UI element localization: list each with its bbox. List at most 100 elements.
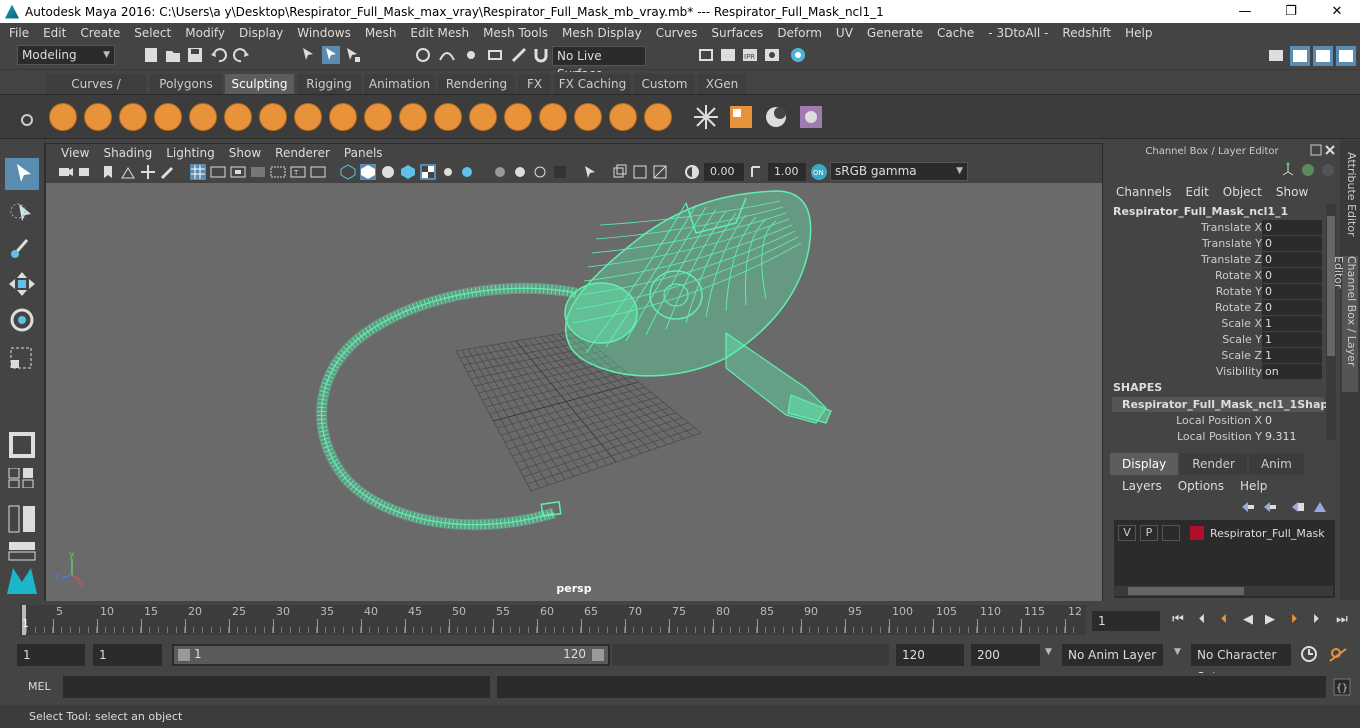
move-layer-down-icon[interactable] [1262,500,1278,514]
layer-playback-toggle[interactable]: P [1140,525,1158,541]
chevron-down-icon[interactable]: ▼ [1045,647,1052,657]
single-perspective-layout-icon[interactable] [5,428,39,460]
gate-mask-icon[interactable] [250,164,266,180]
default-material-icon[interactable] [380,164,396,180]
range-start-grip[interactable] [178,649,190,661]
undo-icon[interactable] [210,46,228,64]
screen-space-ao-icon[interactable] [492,164,508,180]
respirator-hose-wireframe[interactable] [316,282,578,531]
tab-custom[interactable]: Custom [634,74,695,94]
minimize-button[interactable]: — [1222,0,1268,23]
playback-end-field[interactable]: 120 [896,644,964,666]
live-surface-field[interactable]: No Live Surface [552,46,646,81]
move-tool-icon[interactable] [5,268,39,300]
animation-end-field[interactable]: 200 [971,644,1040,666]
four-view-layout-icon[interactable] [5,468,39,488]
rotate-tool-icon[interactable] [5,304,39,336]
menu-edit[interactable]: Edit [36,26,73,40]
repeat-tool-icon[interactable] [329,103,357,131]
grab-tool-icon[interactable] [154,103,182,131]
grease-pencil-icon[interactable] [160,164,176,180]
menu-curves[interactable]: Curves [649,26,705,40]
hypershade-icon[interactable] [789,46,807,64]
tab-curves-surfaces[interactable]: Curves / Surfaces [46,74,146,111]
mesh-display-sphere-icon[interactable] [762,103,790,131]
step-back-key-icon[interactable]: ⏴ [1216,612,1232,628]
color-space-dropdown[interactable]: sRGB gamma ▼ [830,162,968,181]
menu-surfaces[interactable]: Surfaces [704,26,770,40]
xray-joints-icon[interactable] [632,164,648,180]
attr-value-field[interactable]: 0 [1262,284,1322,299]
shape-node-name[interactable]: Respirator_Full_Mask_ncl1_1Shape [1112,397,1336,412]
render-view-icon[interactable] [697,46,715,64]
range-slider[interactable]: 1 120 [172,644,610,666]
attr-local-position-y[interactable]: Local Position Y 9.311 [1112,429,1324,445]
play-forwards-icon[interactable]: ▶ [1262,612,1278,628]
pinch-tool-icon[interactable] [189,103,217,131]
tab-polygons[interactable]: Polygons [150,74,222,94]
layer-menu-options[interactable]: Options [1178,479,1240,493]
menu-display[interactable]: Display [232,26,290,40]
move-layer-up-icon[interactable] [1240,500,1256,514]
safe-title-icon[interactable] [310,164,326,180]
animation-start-field[interactable]: 1 [17,644,85,666]
vp-menu-lighting[interactable]: Lighting [159,146,222,160]
layer-display-type-toggle[interactable] [1162,525,1180,541]
perspective-viewport[interactable]: y x z persp [46,183,1102,601]
toggle-attribute-editor-icon[interactable] [1313,46,1333,66]
tab-attribute-editor[interactable]: Attribute Editor [1342,152,1358,237]
snap-point-icon[interactable] [462,46,480,64]
select-object-icon[interactable] [322,46,340,64]
attr-translate-x[interactable]: Translate X0 [1112,220,1324,236]
scrape-tool-icon[interactable] [434,103,462,131]
menu-modify[interactable]: Modify [178,26,232,40]
lasso-tool-icon[interactable] [5,196,39,228]
attr-scale-z[interactable]: Scale Z1 [1112,348,1324,364]
go-to-end-icon[interactable]: ⏭ [1334,612,1350,628]
select-component-icon[interactable] [344,46,362,64]
cb-menu-show[interactable]: Show [1276,185,1322,199]
snap-curve-icon[interactable] [438,46,456,64]
open-scene-icon[interactable] [164,46,182,64]
cb-menu-channels[interactable]: Channels [1116,185,1186,199]
menu-redshift[interactable]: Redshift [1055,26,1118,40]
toggle-modeling-toolkit-icon[interactable] [1290,46,1310,66]
redo-icon[interactable] [232,46,250,64]
tab-render[interactable]: Render [1180,453,1247,475]
smear-tool-icon[interactable] [539,103,567,131]
layer-menu-help[interactable]: Help [1240,479,1283,493]
menu-edit-mesh[interactable]: Edit Mesh [403,26,476,40]
tab-fx-caching[interactable]: FX Caching [554,74,631,94]
menu-mesh-tools[interactable]: Mesh Tools [476,26,555,40]
tab-xgen[interactable]: XGen [698,74,746,94]
attr-local-position-x[interactable]: Local Position X0 [1112,413,1324,429]
attr-value-field[interactable]: 0 [1262,252,1322,267]
xray-components-icon[interactable] [652,164,668,180]
outliner-layout-icon[interactable] [5,504,39,534]
image-plane-icon[interactable] [120,164,136,180]
new-layer-icon[interactable] [1290,500,1306,514]
save-scene-icon[interactable] [186,46,204,64]
select-tool-icon[interactable] [5,158,39,190]
attr-value-field[interactable]: 0 [1262,220,1322,235]
script-editor-icon[interactable]: {} [1333,678,1351,696]
respirator-mask-wireframe[interactable] [564,190,832,424]
range-end-grip[interactable] [592,649,604,661]
new-scene-icon[interactable] [142,46,160,64]
tab-rendering[interactable]: Rendering [438,74,515,94]
foamy-tool-icon[interactable] [259,103,287,131]
wireframe-on-shaded-icon[interactable] [400,164,416,180]
vp-menu-panels[interactable]: Panels [337,146,390,160]
paint-select-tool-icon[interactable] [5,232,39,264]
step-forward-key-icon[interactable]: ⏵ [1286,612,1302,628]
attr-visibility[interactable]: Visibility on [1112,364,1324,380]
go-to-start-icon[interactable]: ⏮ [1170,612,1186,628]
film-gate-icon[interactable] [210,164,226,180]
menu-select[interactable]: Select [127,26,178,40]
fill-tool-icon[interactable] [469,103,497,131]
time-ruler[interactable]: 5 10 15 20 25 30 35 40 45 50 55 60 65 70 75 80 85 90 95 100… [20,605,1086,635]
manipulator-axis-icon[interactable] [1280,162,1296,178]
grid-toggle-icon[interactable] [190,164,206,180]
graph-layout-icon[interactable] [5,540,39,562]
layer-visibility-toggle[interactable]: V [1118,525,1136,541]
